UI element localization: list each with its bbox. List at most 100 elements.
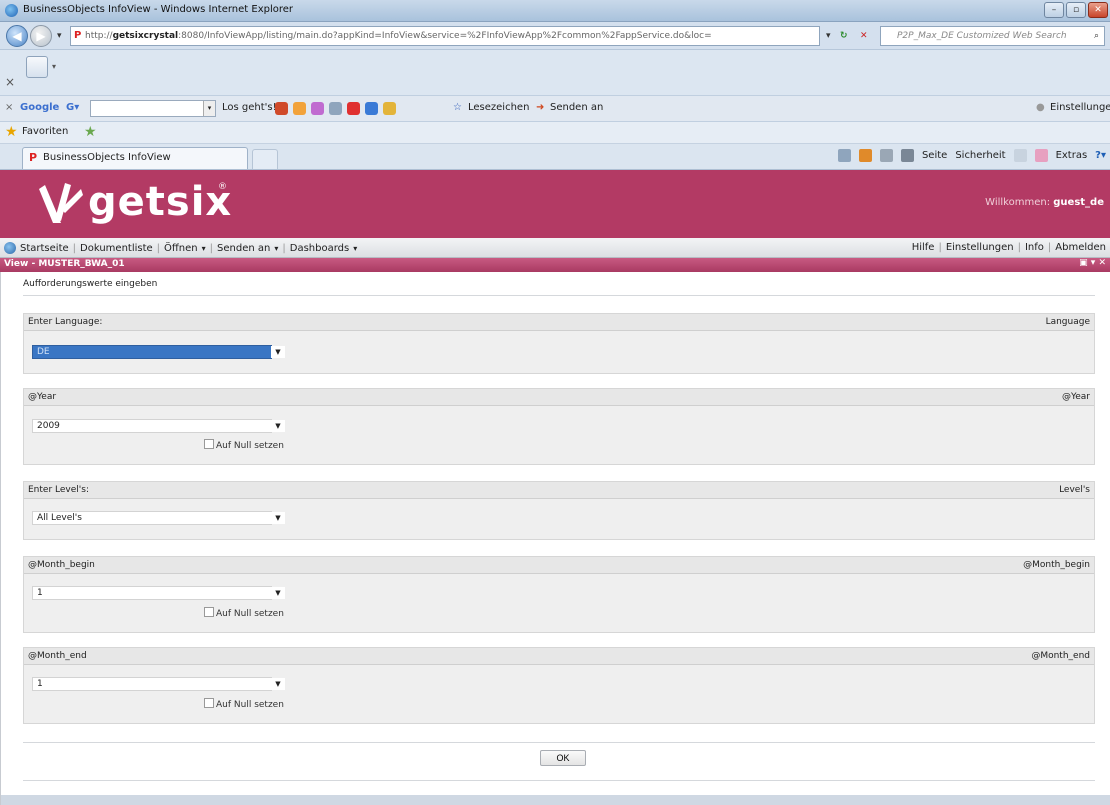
send-to-button[interactable]: Senden an bbox=[550, 102, 603, 113]
nav-hilfe[interactable]: Hilfe bbox=[912, 242, 935, 253]
refresh-icon[interactable]: ↻ bbox=[840, 27, 848, 45]
notebook-icon[interactable] bbox=[383, 102, 396, 115]
google-toolbar-close[interactable]: × bbox=[5, 102, 13, 113]
close-toolbar-icon[interactable]: × bbox=[5, 75, 15, 89]
nav-oeffnen[interactable]: Öffnen bbox=[164, 243, 198, 254]
section-label: @Month_begin bbox=[28, 560, 95, 570]
google-settings-button[interactable]: Einstellungen bbox=[1050, 102, 1110, 113]
back-button[interactable]: ◀ bbox=[6, 25, 28, 47]
spellcheck-icon[interactable] bbox=[311, 102, 324, 115]
chevron-down-icon[interactable]: ▼ bbox=[271, 346, 285, 358]
google-go-button[interactable]: Los geht's! bbox=[222, 102, 277, 113]
divider bbox=[23, 780, 1095, 781]
checkbox[interactable] bbox=[204, 607, 214, 617]
nav-separator: | bbox=[282, 242, 286, 254]
view-menu-icon[interactable]: ▾ bbox=[1091, 258, 1096, 268]
month-end-null-checkbox[interactable]: Auf Null setzen bbox=[204, 698, 284, 710]
welcome-message: Willkommen: guest_de bbox=[985, 197, 1104, 208]
section-param: @Year bbox=[1061, 392, 1090, 402]
google-g-icon[interactable]: G▾ bbox=[66, 102, 79, 113]
search-icon[interactable]: ⌕ bbox=[1094, 27, 1099, 45]
language-value: DE bbox=[37, 347, 50, 357]
month-end-value: 1 bbox=[37, 679, 43, 689]
google-search-dropdown-icon[interactable]: ▾ bbox=[203, 101, 215, 116]
section-header: @Year @Year bbox=[24, 389, 1094, 406]
page-menu[interactable]: Seite bbox=[922, 150, 947, 161]
view-header: View - MUSTER_BWA_01 ▣ ▾ ✕ bbox=[0, 258, 1110, 272]
bookmarks-button[interactable]: Lesezeichen bbox=[468, 102, 529, 113]
popup-blocker-icon[interactable] bbox=[275, 102, 288, 115]
section-header: Enter Language: Language bbox=[24, 314, 1094, 331]
chevron-down-icon[interactable]: ▼ bbox=[271, 678, 285, 690]
section-param: Level's bbox=[1059, 485, 1090, 495]
google-search-input[interactable]: ▾ bbox=[90, 100, 216, 117]
senden-dropdown-icon[interactable]: ▾ bbox=[274, 244, 278, 253]
checkbox[interactable] bbox=[204, 698, 214, 708]
month-begin-select[interactable]: 1 ▼ bbox=[32, 586, 285, 600]
favorites-button[interactable]: Favoriten bbox=[22, 126, 68, 137]
command-area: × ▾ bbox=[0, 50, 1110, 96]
nav-startseite[interactable]: Startseite bbox=[20, 243, 69, 254]
url-dropdown-icon[interactable]: ▾ bbox=[826, 27, 831, 45]
chevron-down-icon[interactable]: ▼ bbox=[271, 512, 285, 524]
url-rest: :8080/InfoViewApp/listing/main.do?appKin… bbox=[178, 31, 712, 41]
command-bar: Seite Sicherheit Extras ?▾ bbox=[837, 149, 1106, 162]
safety-menu[interactable]: Sicherheit bbox=[955, 150, 1005, 161]
google-toolbar: × Google G▾ ▾ Los geht's! ☆ Lesezeichen … bbox=[0, 96, 1110, 122]
month-end-select[interactable]: 1 ▼ bbox=[32, 677, 285, 691]
nav-dashboards[interactable]: Dashboards bbox=[290, 243, 349, 254]
feeds-icon[interactable] bbox=[858, 149, 872, 162]
nav-info[interactable]: Info bbox=[1025, 242, 1044, 253]
translate-icon[interactable] bbox=[329, 102, 342, 115]
month-begin-null-checkbox[interactable]: Auf Null setzen bbox=[204, 607, 284, 619]
help-icon[interactable]: ?▾ bbox=[1095, 150, 1106, 161]
infoview-nav: Startseite | Dokumentliste | Öffnen ▾ | … bbox=[0, 238, 1110, 258]
nav-abmelden[interactable]: Abmelden bbox=[1055, 242, 1106, 253]
add-on-dropdown-icon[interactable]: ▾ bbox=[52, 62, 56, 71]
year-select[interactable]: 2009 ▼ bbox=[32, 419, 285, 433]
prompt-section-levels: Enter Level's: Level's All Level's ▼ bbox=[23, 481, 1095, 540]
stop-icon[interactable]: ✕ bbox=[860, 27, 868, 45]
chevron-down-icon[interactable]: ▼ bbox=[271, 420, 285, 432]
dashboards-dropdown-icon[interactable]: ▾ bbox=[353, 244, 357, 253]
view-close-icon[interactable]: ✕ bbox=[1098, 258, 1106, 268]
bookmark-star-icon[interactable]: ☆ bbox=[453, 102, 462, 113]
pagerank-icon[interactable] bbox=[293, 102, 306, 115]
language-select[interactable]: DE ▼ bbox=[32, 345, 285, 359]
section-param: @Month_end bbox=[1031, 651, 1090, 661]
chevron-down-icon[interactable]: ▼ bbox=[271, 587, 285, 599]
new-tab-button[interactable] bbox=[252, 149, 278, 169]
extras-menu[interactable]: Extras bbox=[1056, 150, 1088, 161]
add-on-icon[interactable] bbox=[26, 56, 48, 78]
ok-button[interactable]: OK bbox=[540, 750, 586, 766]
share-icon[interactable] bbox=[365, 102, 378, 115]
minimize-button[interactable]: – bbox=[1044, 2, 1064, 18]
nav-separator: | bbox=[938, 242, 942, 253]
nav-senden-an[interactable]: Senden an bbox=[217, 243, 270, 254]
home-icon[interactable] bbox=[837, 149, 851, 162]
prompt-section-month-end: @Month_end @Month_end 1 ▼ Auf Null setze… bbox=[23, 647, 1095, 724]
nav-dokumentliste[interactable]: Dokumentliste bbox=[80, 243, 153, 254]
url-field[interactable]: P http://getsixcrystal:8080/InfoViewApp/… bbox=[70, 26, 820, 46]
gmail-icon[interactable] bbox=[347, 102, 360, 115]
print-icon[interactable] bbox=[900, 149, 914, 162]
forward-button[interactable]: ▶ bbox=[30, 25, 52, 47]
prompt-panel: Aufforderungswerte eingeben Enter Langua… bbox=[0, 272, 1110, 805]
close-button[interactable]: ✕ bbox=[1088, 2, 1108, 18]
research-icon[interactable] bbox=[1013, 149, 1027, 162]
home-globe-icon bbox=[4, 242, 16, 254]
tab-infoview[interactable]: P BusinessObjects InfoView bbox=[22, 147, 248, 169]
maximize-button[interactable]: ▫ bbox=[1066, 2, 1086, 18]
levels-select[interactable]: All Level's ▼ bbox=[32, 511, 285, 525]
add-favorite-icon[interactable]: ★ bbox=[84, 125, 98, 139]
year-null-checkbox[interactable]: Auf Null setzen bbox=[204, 439, 284, 451]
web-search-input[interactable]: P2P_Max_DE Customized Web Search bbox=[880, 26, 1105, 46]
mail-icon[interactable] bbox=[879, 149, 893, 162]
oeffnen-dropdown-icon[interactable]: ▾ bbox=[202, 244, 206, 253]
nav-einstellungen[interactable]: Einstellungen bbox=[946, 242, 1014, 253]
view-restore-icon[interactable]: ▣ bbox=[1079, 258, 1088, 268]
messenger-icon[interactable] bbox=[1034, 149, 1048, 162]
history-dropdown-icon[interactable]: ▾ bbox=[57, 27, 62, 45]
tab-favicon-icon: P bbox=[29, 151, 38, 164]
checkbox[interactable] bbox=[204, 439, 214, 449]
